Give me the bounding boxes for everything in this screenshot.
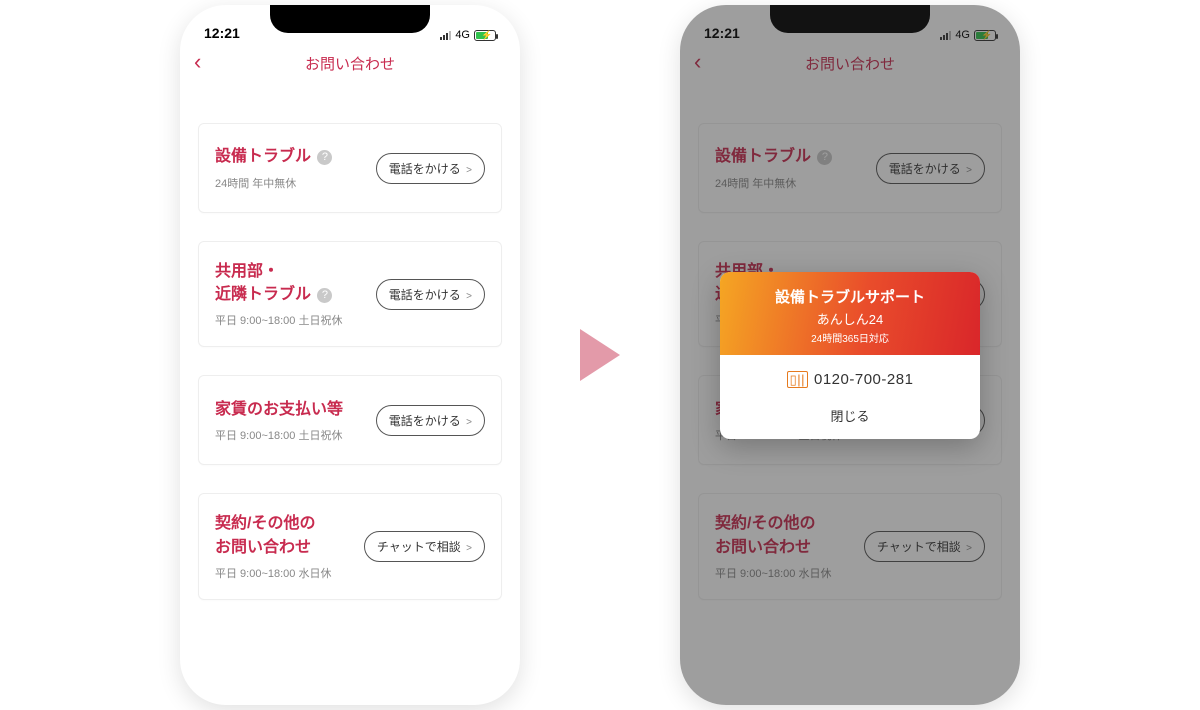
card-title: 家賃のお支払い等	[215, 398, 366, 421]
notch	[270, 5, 430, 33]
back-button[interactable]: ‹	[194, 51, 201, 73]
help-icon[interactable]: ?	[317, 150, 332, 165]
network-label: 4G	[455, 29, 470, 41]
chevron-right-icon: >	[466, 543, 472, 554]
transition-arrow-icon	[580, 329, 620, 381]
card-left: 契約/その他のお問い合わせ平日 9:00~18:00 水日休	[215, 512, 364, 580]
card-hours: 平日 9:00~18:00 土日祝休	[215, 427, 366, 443]
phone-left: 12:21 4G ⚡ ‹ お問い合わせ 設備トラブル ?24時間 年中無休電話を…	[180, 5, 520, 705]
status-time: 12:21	[204, 25, 240, 41]
card-list-left: 設備トラブル ?24時間 年中無休電話をかける >共用部・近隣トラブル ?平日 …	[180, 83, 520, 600]
card-left: 家賃のお支払い等平日 9:00~18:00 土日祝休	[215, 398, 376, 443]
page-title: お問い合わせ	[305, 53, 395, 74]
freecall-icon: ▯||	[787, 371, 808, 388]
signal-icon	[440, 30, 451, 40]
card-left: 設備トラブル ? 24時間 年中無休	[215, 145, 376, 190]
status-right: 4G ⚡	[440, 29, 496, 41]
call-button[interactable]: 電話をかける >	[376, 405, 485, 436]
card-title: 契約/その他のお問い合わせ	[215, 512, 354, 558]
phone-right: 12:21 4G ⚡ ‹ お問い合わせ 設備トラブル ?24時間 年中無休電話を…	[680, 5, 1020, 705]
help-icon[interactable]: ?	[317, 288, 332, 303]
chat-button[interactable]: チャットで相談 >	[364, 531, 485, 562]
battery-icon: ⚡	[474, 30, 496, 41]
contact-card: 共用部・近隣トラブル ? 平日 9:00~18:00 土日祝休電話をかける >	[198, 241, 502, 347]
popup-header: 設備トラブルサポート あんしん24 24時間365日対応	[720, 272, 980, 355]
card-title: 設備トラブル ?	[215, 145, 366, 168]
popup-phone-row[interactable]: ▯|| 0120-700-281	[720, 355, 980, 396]
card-left: 共用部・近隣トラブル ? 平日 9:00~18:00 土日祝休	[215, 260, 376, 328]
navbar: ‹ お問い合わせ	[180, 43, 520, 83]
card-title: 共用部・近隣トラブル ?	[215, 260, 366, 306]
chevron-right-icon: >	[466, 291, 472, 302]
chevron-right-icon: >	[466, 165, 472, 176]
contact-card: 設備トラブル ? 24時間 年中無休電話をかける >	[198, 123, 502, 213]
support-popup: 設備トラブルサポート あんしん24 24時間365日対応 ▯|| 0120-700…	[720, 272, 980, 439]
popup-phone-number: 0120-700-281	[814, 371, 913, 388]
contact-card: 契約/その他のお問い合わせ平日 9:00~18:00 水日休チャットで相談 >	[198, 493, 502, 599]
card-hours: 平日 9:00~18:00 土日祝休	[215, 312, 366, 328]
popup-hours: 24時間365日対応	[728, 330, 972, 345]
popup-title: 設備トラブルサポート	[728, 286, 972, 307]
popup-close-button[interactable]: 閉じる	[720, 396, 980, 439]
modal-overlay[interactable]: 設備トラブルサポート あんしん24 24時間365日対応 ▯|| 0120-700…	[680, 5, 1020, 705]
call-button[interactable]: 電話をかける >	[376, 153, 485, 184]
card-hours: 24時間 年中無休	[215, 175, 366, 191]
call-button[interactable]: 電話をかける >	[376, 279, 485, 310]
contact-card: 家賃のお支払い等平日 9:00~18:00 土日祝休電話をかける >	[198, 375, 502, 465]
chevron-right-icon: >	[466, 417, 472, 428]
popup-service-name: あんしん24	[728, 309, 972, 328]
card-hours: 平日 9:00~18:00 水日休	[215, 565, 354, 581]
